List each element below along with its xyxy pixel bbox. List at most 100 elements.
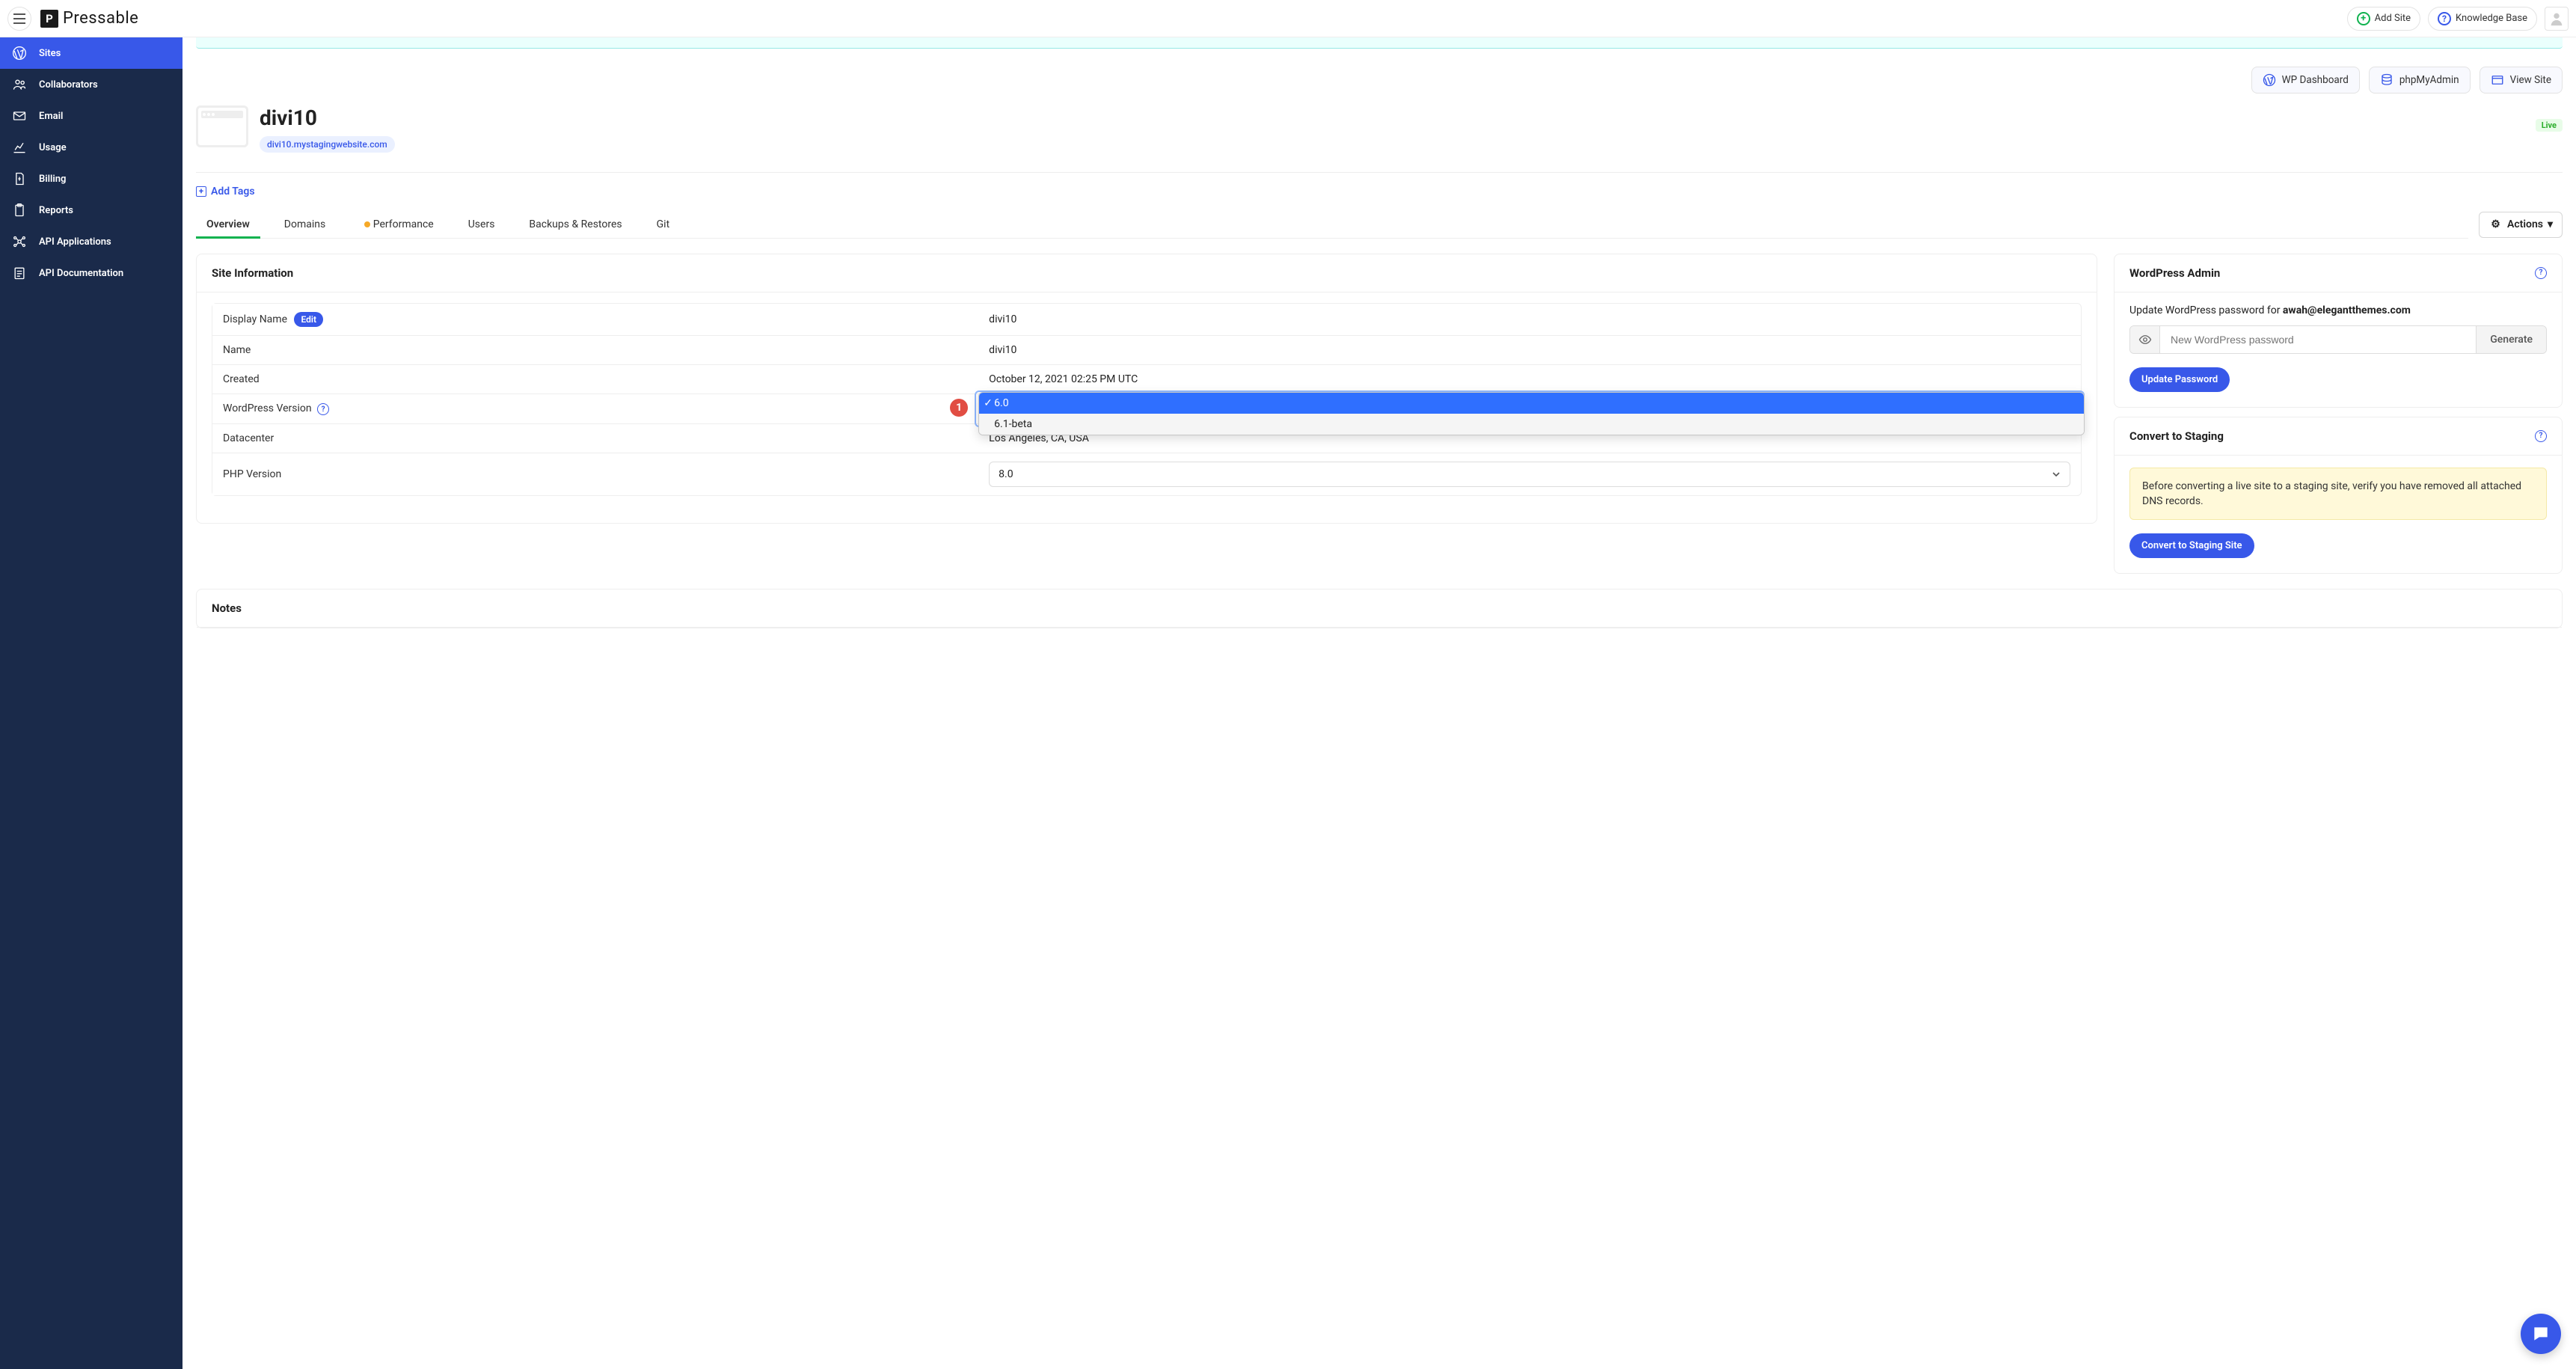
sidebar-item-usage[interactable]: Usage <box>0 132 183 163</box>
plus-square-icon: + <box>196 186 206 197</box>
wp-version-dropdown[interactable]: 6.0 6.1-beta <box>978 392 2085 435</box>
php-version-value: 8.0 <box>999 468 1013 480</box>
logo-mark-icon: P <box>40 10 58 28</box>
notes-panel: Notes <box>196 589 2563 628</box>
tab-git[interactable]: Git <box>646 211 681 238</box>
clipboard-icon <box>12 203 27 218</box>
password-input-group: Generate <box>2129 325 2547 354</box>
hamburger-menu-button[interactable] <box>7 7 31 31</box>
sidebar-item-label: Collaborators <box>39 79 98 91</box>
notes-title: Notes <box>212 601 242 615</box>
display-name-label: Display Name <box>223 313 287 325</box>
tab-performance-label: Performance <box>373 218 434 230</box>
browser-window-icon <box>2491 73 2504 87</box>
wordpress-admin-panel: WordPress Admin ? Update WordPress passw… <box>2114 254 2563 408</box>
sidebar-item-label: Billing <box>39 174 66 185</box>
info-banner-edge <box>196 37 2563 49</box>
staging-warning-box: Before converting a live site to a stagi… <box>2129 468 2547 521</box>
toggle-password-visibility-button[interactable] <box>2130 326 2160 353</box>
api-icon <box>12 234 27 249</box>
name-label: Name <box>212 336 978 365</box>
tab-users[interactable]: Users <box>458 211 506 238</box>
sidebar-item-reports[interactable]: Reports <box>0 195 183 226</box>
wp-password-description: Update WordPress password for awah@elega… <box>2129 304 2547 316</box>
help-icon[interactable]: ? <box>317 403 329 415</box>
wp-version-option-selected[interactable]: 6.0 <box>979 393 2084 414</box>
plus-circle-icon: + <box>2357 12 2370 25</box>
site-info-table: Display Name Edit divi10 Name divi10 Cre… <box>212 303 2082 497</box>
view-site-label: View Site <box>2510 74 2551 86</box>
name-value: divi10 <box>978 336 2081 365</box>
convert-to-staging-panel: Convert to Staging ? Before converting a… <box>2114 417 2563 575</box>
wordpress-icon <box>2263 73 2276 87</box>
update-password-button[interactable]: Update Password <box>2129 367 2230 392</box>
edit-display-name-button[interactable]: Edit <box>294 312 323 327</box>
sidebar-item-api-documentation[interactable]: API Documentation <box>0 257 183 289</box>
site-thumbnail <box>196 105 248 147</box>
site-domain-badge[interactable]: divi10.mystagingwebsite.com <box>260 136 395 153</box>
phpmyadmin-button[interactable]: phpMyAdmin <box>2369 67 2471 94</box>
php-version-label: PHP Version <box>212 453 978 495</box>
sidebar-item-api-applications[interactable]: API Applications <box>0 226 183 257</box>
annotation-badge: 1 <box>950 399 968 417</box>
php-version-select[interactable]: 8.0 <box>989 462 2070 487</box>
add-tags-label: Add Tags <box>211 186 255 197</box>
sidebar-item-email[interactable]: Email <box>0 100 183 132</box>
created-value: October 12, 2021 02:25 PM UTC <box>978 365 2081 394</box>
sidebar-item-billing[interactable]: Billing <box>0 163 183 195</box>
caret-down-icon: ▾ <box>2548 218 2553 230</box>
chat-support-button[interactable] <box>2521 1314 2561 1354</box>
convert-to-staging-button[interactable]: Convert to Staging Site <box>2129 533 2254 558</box>
tab-overview[interactable]: Overview <box>196 211 260 238</box>
chat-icon <box>2531 1324 2551 1344</box>
staging-title: Convert to Staging <box>2129 429 2224 443</box>
wp-version-option[interactable]: 6.1-beta <box>979 414 2084 435</box>
sidebar-item-label: Reports <box>39 205 73 216</box>
doc-icon <box>12 266 27 281</box>
main-content: WP Dashboard phpMyAdmin View Site divi10… <box>183 37 2576 1369</box>
generate-password-button[interactable]: Generate <box>2476 326 2546 353</box>
tab-performance[interactable]: Performance <box>349 211 444 238</box>
sidebar-item-sites[interactable]: Sites <box>0 37 183 69</box>
brand-logo[interactable]: P Pressable <box>40 9 138 28</box>
site-info-title: Site Information <box>212 266 293 280</box>
divider <box>196 172 2563 173</box>
site-title: divi10 <box>260 105 395 130</box>
gear-icon: ⚙ <box>2488 218 2503 232</box>
sidebar-item-label: Usage <box>39 142 67 153</box>
knowledge-base-button[interactable]: ? Knowledge Base <box>2428 7 2537 31</box>
phpmyadmin-label: phpMyAdmin <box>2399 74 2459 86</box>
sidebar-item-label: Email <box>39 111 63 122</box>
created-label: Created <box>212 365 978 394</box>
add-tags-button[interactable]: + Add Tags <box>196 186 255 197</box>
sidebar-item-label: Sites <box>39 48 61 59</box>
wordpress-icon <box>12 46 27 61</box>
wp-dashboard-button[interactable]: WP Dashboard <box>2251 67 2360 94</box>
add-site-button[interactable]: + Add Site <box>2347 7 2420 31</box>
tab-backups[interactable]: Backups & Restores <box>518 211 632 238</box>
status-dot-icon <box>364 221 370 227</box>
status-badge-live: Live <box>2536 119 2563 132</box>
sidebar: Sites Collaborators Email Usage Billing … <box>0 37 183 1369</box>
knowledge-base-label: Knowledge Base <box>2456 13 2527 24</box>
user-avatar[interactable] <box>2545 7 2569 31</box>
help-icon[interactable]: ? <box>2535 430 2547 442</box>
datacenter-label: Datacenter <box>212 424 978 453</box>
wp-admin-title: WordPress Admin <box>2129 266 2220 280</box>
new-password-input[interactable] <box>2160 326 2476 353</box>
sidebar-item-label: API Applications <box>39 236 111 248</box>
chevron-down-icon <box>2052 470 2061 479</box>
tab-domains[interactable]: Domains <box>274 211 336 238</box>
sidebar-item-label: API Documentation <box>39 268 123 279</box>
database-icon <box>2380 73 2393 87</box>
eye-icon <box>2138 333 2152 346</box>
topbar: P Pressable + Add Site ? Knowledge Base <box>0 0 2576 37</box>
view-site-button[interactable]: View Site <box>2480 67 2563 94</box>
sidebar-item-collaborators[interactable]: Collaborators <box>0 69 183 100</box>
actions-dropdown[interactable]: ⚙ Actions ▾ <box>2479 212 2563 238</box>
wp-dashboard-label: WP Dashboard <box>2282 74 2349 86</box>
file-icon <box>12 171 27 186</box>
avatar-placeholder-icon <box>2548 10 2565 27</box>
brand-name: Pressable <box>63 9 138 28</box>
help-icon[interactable]: ? <box>2535 267 2547 279</box>
